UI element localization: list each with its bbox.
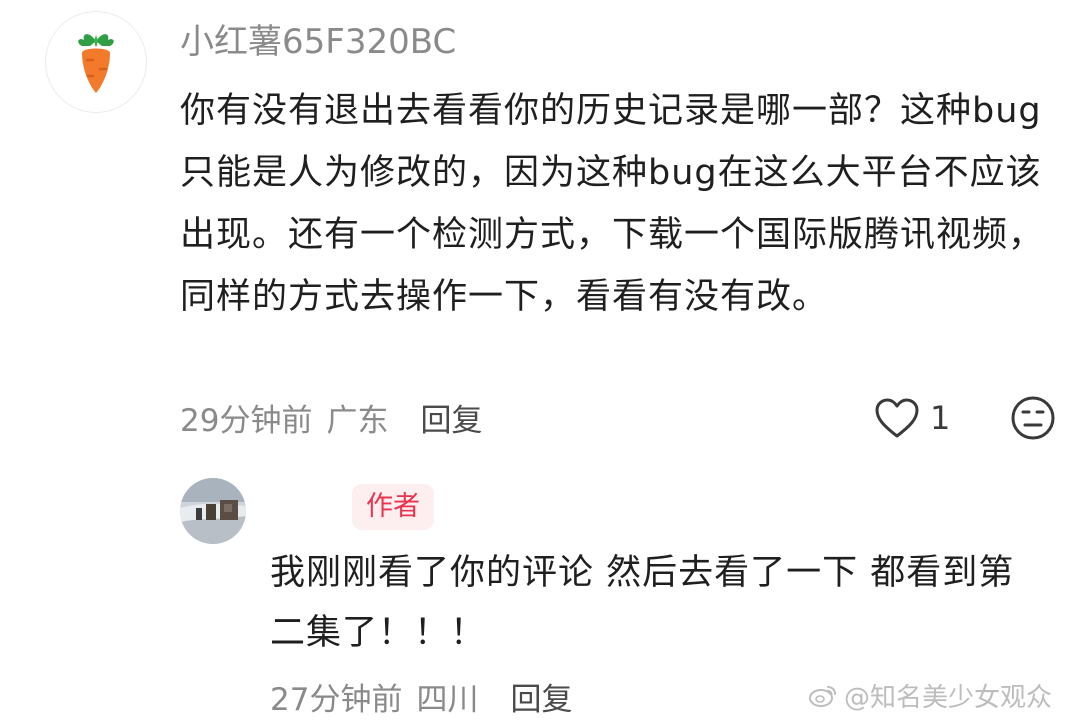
weibo-icon xyxy=(809,686,836,707)
watermark-text: @知名美少女观众 xyxy=(844,682,1053,713)
avatar[interactable] xyxy=(180,478,246,544)
meh-face-icon xyxy=(1011,396,1055,440)
comment-text: 你有没有退出去看看你的历史记录是哪一部？这种bug只能是人为修改的，因为这种bu… xyxy=(180,91,1045,317)
username[interactable]: 小红薯65F320BC xyxy=(180,20,456,64)
like-button[interactable]: 1 xyxy=(874,395,950,441)
author-badge: 作者 xyxy=(352,484,434,530)
avatar[interactable] xyxy=(46,12,146,112)
reply-avatar-image xyxy=(180,478,246,544)
reply-meta: 27分钟前 四川 回复 xyxy=(270,673,572,719)
reply-text: 我刚刚看了你的评论 然后去看了一下 都看到第二集了！！！ xyxy=(270,553,1015,653)
comment-location: 广东 xyxy=(326,402,389,439)
dislike-button[interactable] xyxy=(1010,395,1056,441)
heart-outline-icon xyxy=(875,398,919,438)
reply-button[interactable]: 回复 xyxy=(510,674,572,719)
comment-time: 29分钟前 xyxy=(180,402,313,439)
carrot-icon xyxy=(78,34,114,93)
watermark: @知名美少女观众 xyxy=(808,675,1052,715)
like-count: 1 xyxy=(930,399,951,437)
reply-button[interactable]: 回复 xyxy=(420,395,482,440)
reply-time: 27分钟前 xyxy=(270,681,403,718)
comment-meta: 29分钟前 广东 回复 xyxy=(180,393,482,441)
reply-location: 四川 xyxy=(416,681,479,718)
